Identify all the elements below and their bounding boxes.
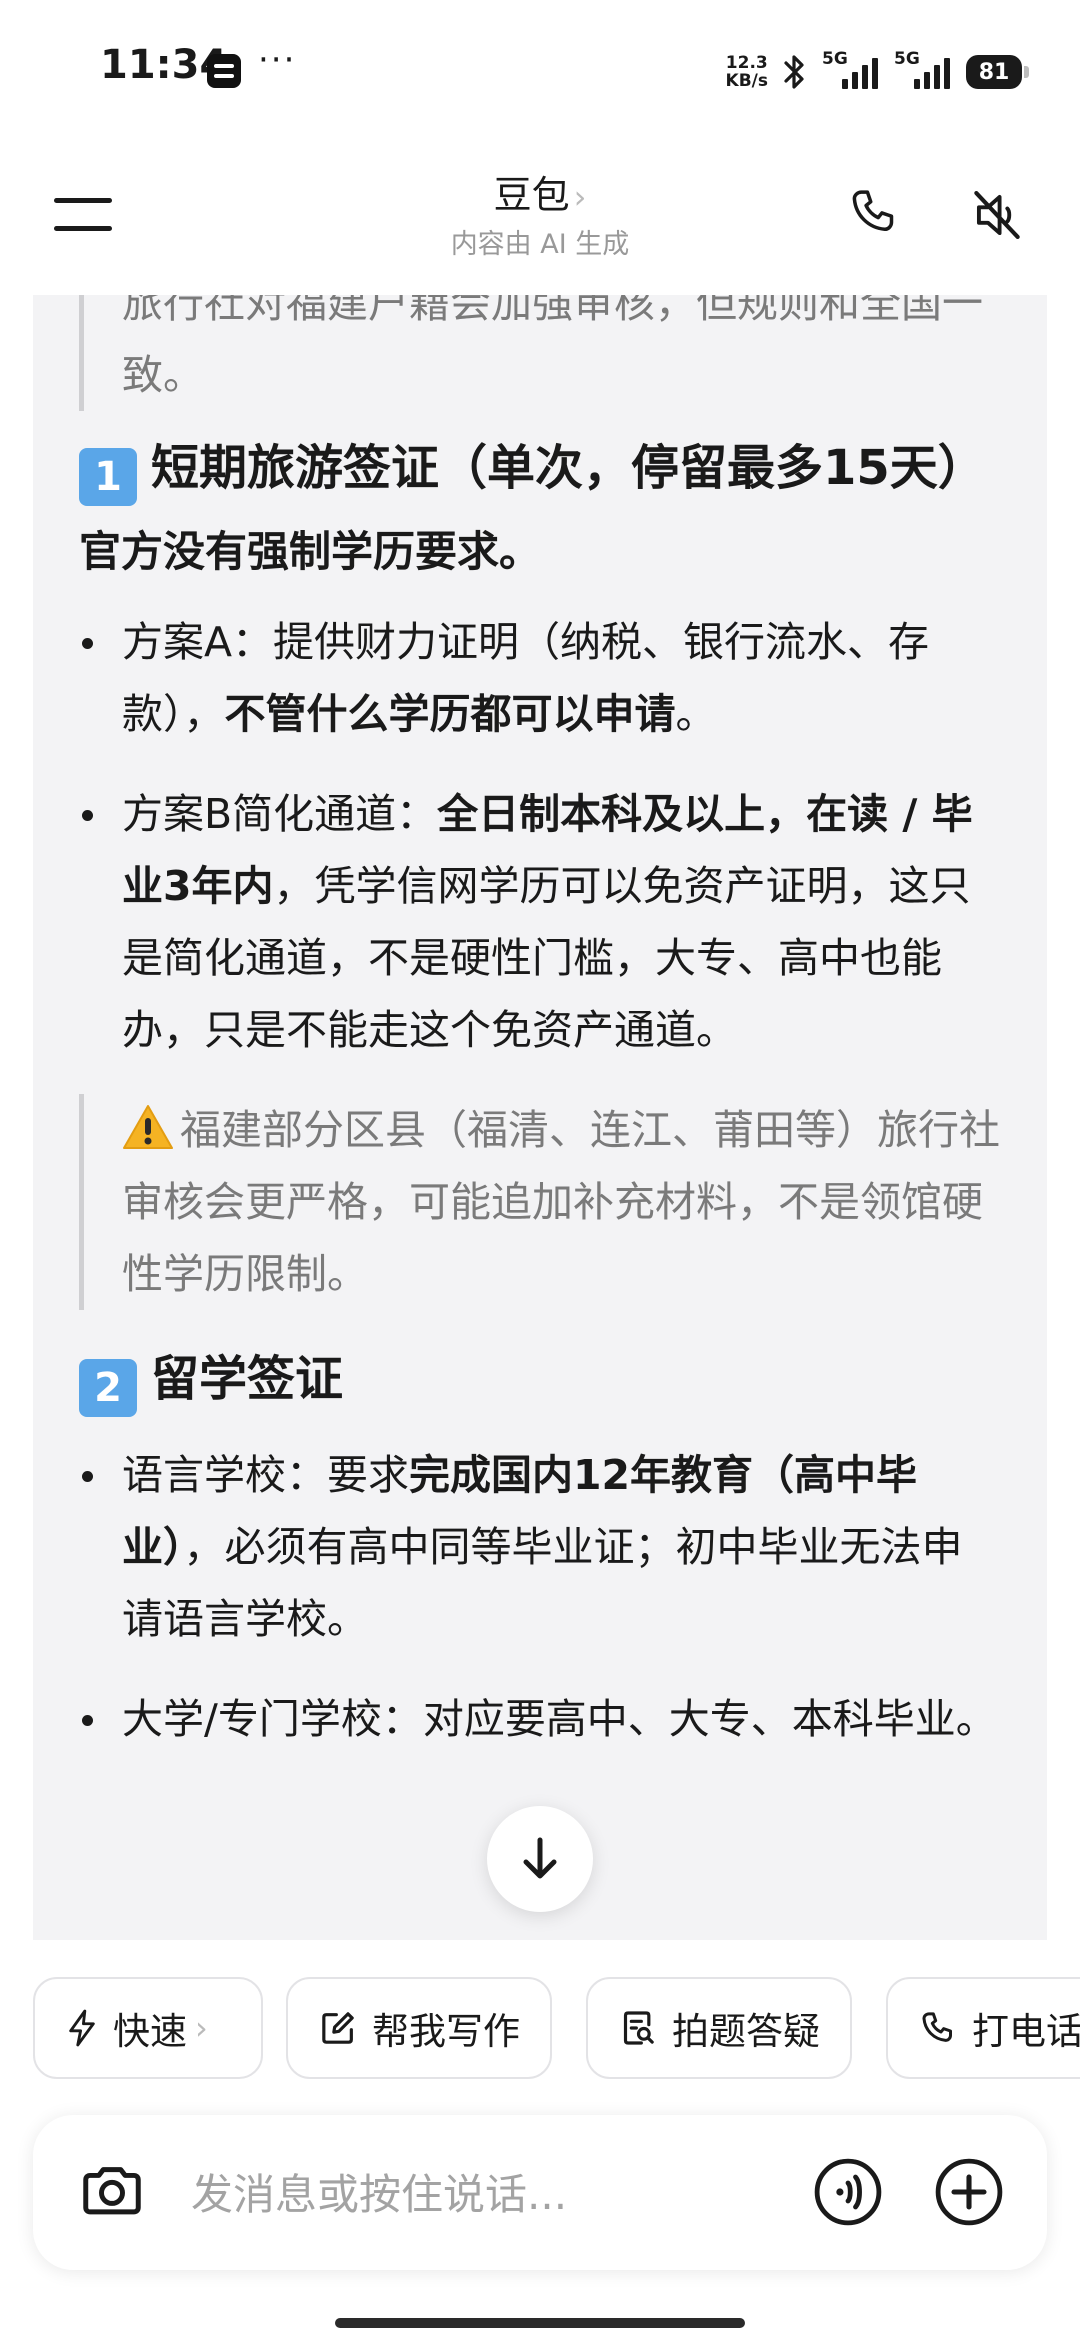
photo-search-icon [623, 2011, 654, 2045]
bot-name: 豆包 [493, 173, 570, 217]
network-speed: 12.3 KB/s [726, 54, 768, 90]
assistant-message: 旅行社对福建户籍会加强审核，但规则和全国一致。 1 短期旅游签证（单次，停留最多1… [79, 295, 1001, 1783]
bot-name-title[interactable]: 豆包 › [0, 164, 1080, 219]
add-attachment-icon[interactable] [933, 2156, 1005, 2228]
voice-input-icon[interactable] [812, 2156, 884, 2228]
list-item: 语言学校：要求完成国内12年教育（高中毕业），必须有高中同等毕业证；初中毕业无法… [79, 1439, 1001, 1655]
phone-icon [922, 2012, 952, 2042]
list-item: 方案A：提供财力证明（纳税、银行流水、存款），不管什么学历都可以申请。 [79, 606, 1001, 750]
warning-quote-block: 福建部分区县（福清、连江、莆田等）旅行社审核会更严格，可能追加补充材料，不是领馆… [79, 1094, 1001, 1310]
chevron-right-icon: › [573, 178, 587, 216]
home-indicator[interactable] [335, 2318, 745, 2328]
section-heading-1: 1 短期旅游签证（单次，停留最多15天） [79, 433, 1001, 506]
section-1-intro: 官方没有强制学历要求。 [79, 527, 542, 576]
section-heading-2: 2 留学签证 [79, 1344, 1001, 1417]
arrow-down-icon [523, 1837, 557, 1879]
phone-icon[interactable] [846, 184, 902, 240]
section-heading-2-text: 留学签证 [151, 1351, 344, 1407]
ai-disclaimer: 内容由 AI 生成 [450, 229, 630, 260]
lightning-icon [69, 2009, 95, 2047]
keycap-2-icon: 2 [79, 1359, 137, 1417]
make-call-button[interactable]: 打电话 [886, 1977, 1080, 2079]
battery-icon: 81 [966, 55, 1029, 89]
section-heading-1-text: 短期旅游签证（单次，停留最多15天） [151, 440, 986, 496]
list-item: 大学/专门学校：对应要高中、大专、本科毕业。 [79, 1683, 1001, 1755]
keycap-1-icon: 1 [79, 448, 137, 506]
quick-mode-button[interactable]: 快速 › [33, 1977, 263, 2079]
bluetooth-icon [782, 52, 808, 92]
message-input[interactable] [189, 2153, 793, 2235]
scroll-to-bottom-button[interactable] [487, 1806, 593, 1912]
section-2-list: 语言学校：要求完成国内12年教育（高中毕业），必须有高中同等毕业证；初中毕业无法… [79, 1439, 1001, 1755]
quote-block: 旅行社对福建户籍会加强审核，但规则和全国一致。 [79, 295, 1001, 411]
signal-icon-sim1: 5G [822, 49, 880, 93]
edit-icon [322, 2012, 354, 2044]
list-item: 方案B简化通道：全日制本科及以上，在读 / 毕业3年内，凭学信网学历可以免资产证… [79, 778, 1001, 1066]
status-indicators: 12.3 KB/s 5G 5G 81 [726, 49, 1029, 94]
warning-text: 福建部分区县（福清、连江、莆田等）旅行社审核会更严格，可能追加补充材料，不是领馆… [122, 1106, 1000, 1298]
photo-question-button[interactable]: 拍题答疑 [586, 1977, 852, 2079]
network-speed-value: 12.3 [725, 53, 768, 73]
more-notifications-icon: ··· [258, 40, 297, 80]
app-notification-icon [207, 54, 241, 88]
camera-icon[interactable] [77, 2155, 147, 2225]
chevron-right-icon: › [195, 2009, 208, 2047]
quote-text: 旅行社对福建户籍会加强审核，但规则和全国一致。 [122, 295, 983, 399]
status-bar: 11:34 ··· 12.3 KB/s 5G 5G 81 [0, 0, 1080, 140]
network-speed-unit: KB/s [725, 71, 768, 91]
chat-header: 豆包 › 内容由 AI 生成 [0, 140, 1080, 295]
help-me-write-button[interactable]: 帮我写作 [286, 1977, 552, 2079]
message-input-bar [33, 2115, 1047, 2270]
chat-message-area[interactable]: 旅行社对福建户籍会加强审核，但规则和全国一致。 1 短期旅游签证（单次，停留最多1… [33, 295, 1047, 1940]
quick-actions-row[interactable]: 快速 › 帮我写作 拍题答疑 打电话 [33, 1977, 1080, 2083]
signal-icon-sim2: 5G [894, 49, 952, 93]
section-1-list: 方案A：提供财力证明（纳税、银行流水、存款），不管什么学历都可以申请。 方案B简… [79, 606, 1001, 1066]
speaker-mute-icon[interactable] [966, 184, 1028, 246]
warning-icon [123, 1105, 173, 1149]
